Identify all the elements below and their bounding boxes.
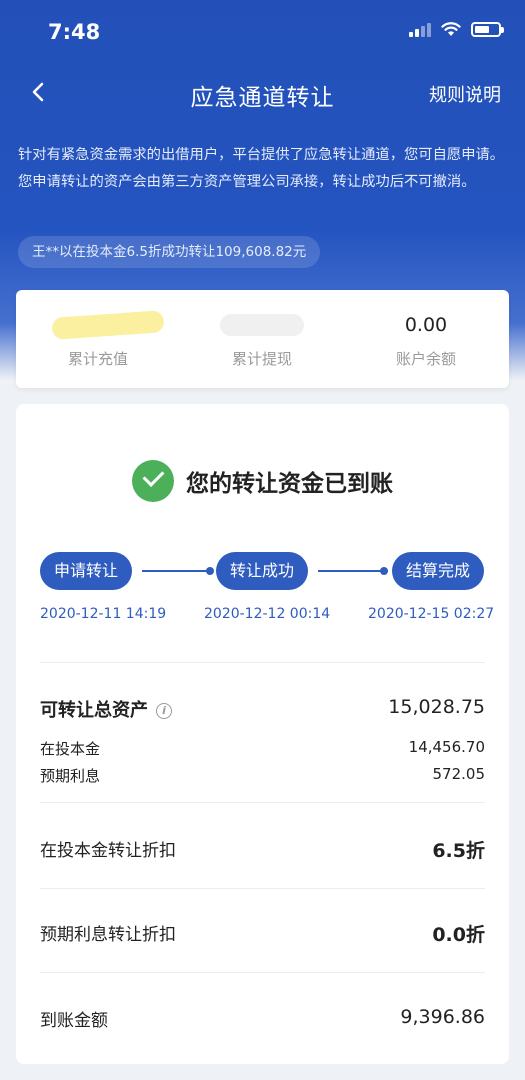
principal-label: 在投本金: [40, 740, 101, 758]
info-icon[interactable]: i: [156, 703, 172, 719]
interest-row: 预期利息 572.05: [40, 765, 485, 787]
divider: [40, 662, 485, 663]
balance-label: 账户余额: [395, 350, 456, 368]
account-summary-card: 累计充值 累计提现 0.00 账户余额: [16, 290, 509, 388]
total-withdraw: 累计提现: [180, 290, 344, 388]
principal-discount-row: 在投本金转让折扣 6.5折: [40, 836, 485, 864]
progress-steps: 申请转让 转让成功 结算完成: [40, 552, 486, 592]
total-assets-value: 15,028.75: [388, 696, 485, 718]
step-success: 转让成功: [216, 552, 309, 590]
balance-value: 0.00: [404, 314, 448, 336]
transfer-status-card: 您的转让资金已到账 申请转让 转让成功 结算完成 2020-12-11 14:1…: [16, 404, 509, 1064]
step-dot: [380, 567, 388, 575]
divider: [40, 972, 485, 973]
principal-discount-label: 在投本金转让折扣: [40, 841, 176, 861]
redacted-value: [51, 310, 165, 340]
success-message: 您的转让资金已到账: [186, 471, 393, 497]
step-settled: 结算完成: [392, 552, 485, 590]
check-circle-icon: [132, 460, 174, 502]
notice-text: 针对有紧急资金需求的出借用户，平台提供了应急转让通道，您可自愿申请。您申请转让的…: [18, 147, 505, 190]
received-amount-value: 9,396.86: [400, 1006, 485, 1028]
status-bar: 7:48: [0, 0, 525, 62]
interest-value: 572.05: [432, 765, 486, 783]
total-recharge-label: 累计充值: [67, 350, 128, 368]
step-connector: [142, 570, 212, 572]
interest-discount-row: 预期利息转让折扣 0.0折: [40, 920, 485, 948]
step-apply-date: 2020-12-11 14:19: [40, 606, 167, 622]
battery-icon: [471, 22, 504, 37]
divider: [40, 802, 485, 803]
received-amount-row: 到账金额 9,396.86: [40, 1006, 485, 1034]
interest-discount-label: 预期利息转让折扣: [40, 925, 176, 945]
total-assets-label: 可转让总资产: [40, 700, 148, 721]
step-success-date: 2020-12-12 00:14: [204, 606, 331, 622]
step-settled-date: 2020-12-15 02:27: [368, 606, 495, 622]
success-banner: 您的转让资金已到账: [16, 460, 509, 502]
principal-value: 14,456.70: [408, 738, 485, 756]
principal-discount-value: 6.5折: [432, 840, 485, 862]
transfer-ticker: 王**以在投本金6.5折成功转让109,608.82元: [18, 236, 321, 268]
total-assets-row: 可转让总资产 i 15,028.75: [40, 696, 485, 726]
interest-label: 预期利息: [40, 767, 101, 785]
back-button[interactable]: [22, 74, 58, 110]
back-chevron-icon: [32, 82, 44, 102]
wifi-icon: [441, 22, 461, 36]
status-time: 7:48: [48, 20, 101, 44]
step-connector: [318, 570, 388, 572]
signal-icon: [409, 22, 431, 37]
nav-bar: 应急通道转让 规则说明: [0, 70, 525, 116]
rules-link[interactable]: 规则说明: [429, 81, 501, 107]
account-balance: 0.00 账户余额: [344, 290, 508, 388]
step-dot: [206, 567, 214, 575]
total-withdraw-label: 累计提现: [231, 350, 292, 368]
step-apply: 申请转让: [40, 552, 133, 590]
status-icons: [409, 22, 504, 37]
interest-discount-value: 0.0折: [432, 924, 485, 946]
principal-row: 在投本金 14,456.70: [40, 738, 485, 760]
received-amount-label: 到账金额: [40, 1011, 108, 1031]
total-recharge: 累计充值: [16, 290, 180, 388]
redacted-value: [220, 314, 304, 336]
divider: [40, 888, 485, 889]
